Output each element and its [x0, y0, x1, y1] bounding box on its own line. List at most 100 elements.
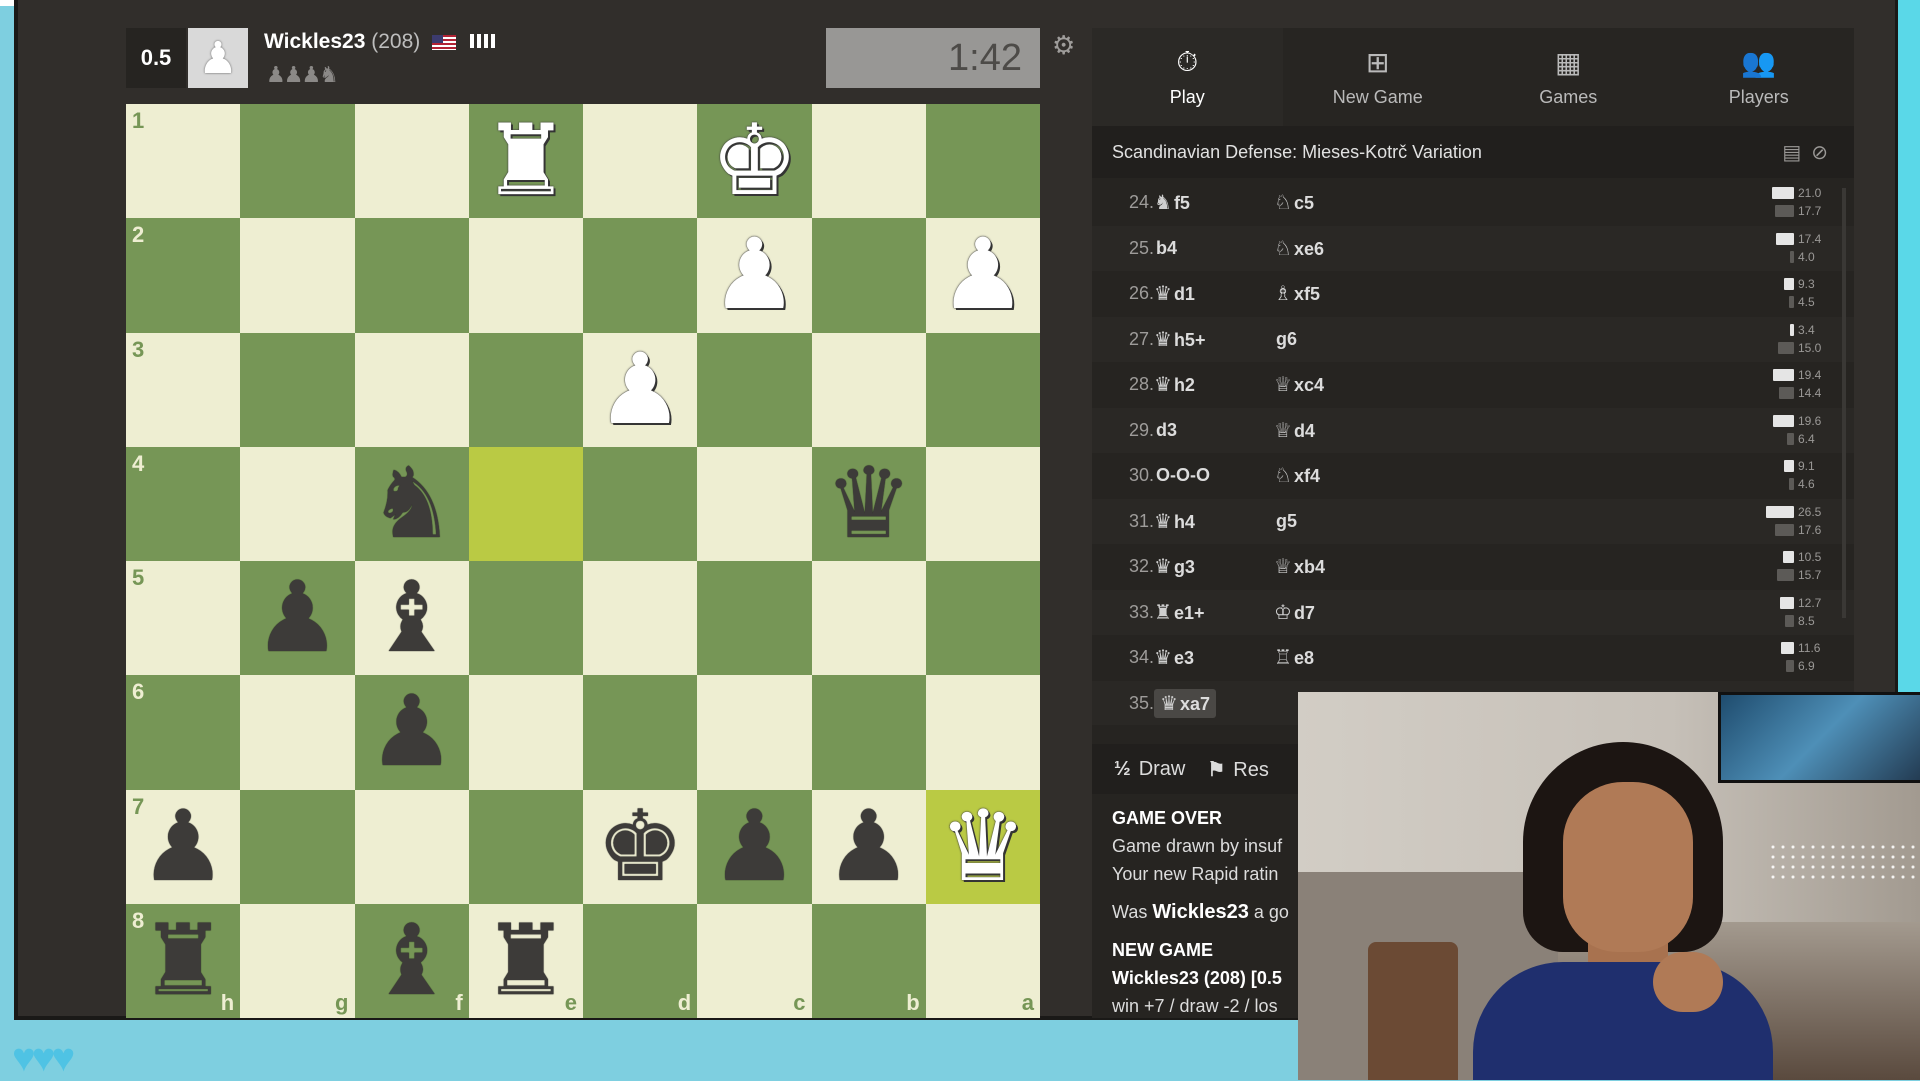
square-b2[interactable] [811, 218, 926, 333]
player-name[interactable]: Wickles23 [264, 30, 365, 53]
square-a2[interactable]: ♟ [925, 218, 1040, 333]
black-move[interactable]: ♕ xc4 [1274, 372, 1324, 397]
square-c1[interactable]: ♚ [697, 104, 812, 219]
black-pawn-icon[interactable]: ♟ [368, 683, 456, 781]
white-move[interactable]: ♛ g3 [1154, 554, 1195, 579]
square-g5[interactable]: ♟ [240, 561, 355, 676]
square-f1[interactable] [354, 104, 469, 219]
compass-icon[interactable]: ⊘ [1811, 142, 1838, 164]
square-h8[interactable]: 8 h ♜ [126, 903, 241, 1018]
white-move[interactable]: ♛ xa7 [1154, 688, 1216, 718]
white-move[interactable]: b4 [1154, 237, 1177, 260]
white-pawn-icon[interactable]: ♟ [596, 341, 684, 439]
square-d5[interactable] [583, 561, 698, 676]
square-d1[interactable] [583, 104, 698, 219]
black-pawn-icon[interactable]: ♟ [825, 798, 913, 896]
black-move[interactable]: ♕ xb4 [1274, 554, 1325, 579]
square-g1[interactable] [240, 104, 355, 219]
black-move[interactable]: ♘ c5 [1274, 190, 1314, 215]
tab-games[interactable]: ▦ Games [1473, 28, 1664, 126]
black-move[interactable]: ♔ d7 [1274, 600, 1315, 625]
tab-new-game[interactable]: ⊞ New Game [1282, 28, 1473, 126]
move-list[interactable]: 24. ♞ f5 ♘ c5 21.0 17.7 25. b4 ♘ xe6 17.4 4.0 26. ♛ d1 ♗… [1092, 180, 1854, 725]
chess-board[interactable]: 1 ♜ ♚ 2 ♟ ♟ 3 ♟ 4 ♞ ♛ 5 ♟ ♝ 6 ♟ 7 ♟ ♚ ♟ ♟ ♛ 8 h ♜ g f ♝ e ♜ d c b a [126, 104, 1040, 1018]
square-f7[interactable] [354, 789, 469, 904]
white-move[interactable]: ♜ e1+ [1154, 600, 1204, 625]
white-rook-icon[interactable]: ♜ [482, 112, 570, 210]
black-move[interactable]: ♕ d4 [1274, 418, 1315, 443]
square-c4[interactable] [697, 446, 812, 561]
white-pawn-icon[interactable]: ♟ [939, 226, 1027, 324]
square-b8[interactable]: b [811, 903, 926, 1018]
square-g6[interactable] [240, 675, 355, 790]
square-a4[interactable] [925, 446, 1040, 561]
square-e3[interactable] [468, 332, 583, 447]
move-list-scrollbar[interactable] [1842, 188, 1846, 618]
square-e4[interactable] [468, 446, 583, 561]
black-queen-icon[interactable]: ♛ [825, 455, 913, 553]
square-b6[interactable] [811, 675, 926, 790]
black-pawn-icon[interactable]: ♟ [139, 798, 227, 896]
square-b3[interactable] [811, 332, 926, 447]
square-d2[interactable] [583, 218, 698, 333]
square-c7[interactable]: ♟ [697, 789, 812, 904]
white-move[interactable]: ♞ f5 [1154, 190, 1190, 215]
square-b7[interactable]: ♟ [811, 789, 926, 904]
square-f2[interactable] [354, 218, 469, 333]
square-c6[interactable] [697, 675, 812, 790]
square-c2[interactable]: ♟ [697, 218, 812, 333]
square-e7[interactable] [468, 789, 583, 904]
square-h2[interactable]: 2 [126, 218, 241, 333]
black-move[interactable]: g5 [1274, 510, 1297, 533]
white-move[interactable]: ♛ h4 [1154, 509, 1195, 534]
square-h5[interactable]: 5 [126, 561, 241, 676]
feedback-player[interactable]: Wickles23 [1152, 901, 1249, 923]
square-g3[interactable] [240, 332, 355, 447]
square-c8[interactable]: c [697, 903, 812, 1018]
square-d6[interactable] [583, 675, 698, 790]
square-f4[interactable]: ♞ [354, 446, 469, 561]
square-e8[interactable]: e ♜ [468, 903, 583, 1018]
white-king-icon[interactable]: ♚ [710, 112, 798, 210]
white-pawn-icon[interactable]: ♟ [710, 226, 798, 324]
square-a7[interactable]: ♛ [925, 789, 1040, 904]
resign-button[interactable]: ⚑ Res [1207, 757, 1269, 782]
square-g4[interactable] [240, 446, 355, 561]
square-d8[interactable]: d [583, 903, 698, 1018]
white-move[interactable]: ♛ h5+ [1154, 327, 1205, 352]
black-rook-icon[interactable]: ♜ [482, 912, 570, 1010]
tab-players[interactable]: 👥 Players [1663, 28, 1854, 126]
square-h7[interactable]: 7 ♟ [126, 789, 241, 904]
white-queen-icon[interactable]: ♛ [939, 798, 1027, 896]
square-b1[interactable] [811, 104, 926, 219]
square-f8[interactable]: f ♝ [354, 903, 469, 1018]
white-move[interactable]: ♛ d1 [1154, 281, 1195, 306]
square-d4[interactable] [583, 446, 698, 561]
opening-name[interactable]: Scandinavian Defense: Mieses-Kotrč Varia… [1112, 142, 1482, 163]
square-h6[interactable]: 6 [126, 675, 241, 790]
square-a1[interactable] [925, 104, 1040, 219]
square-a6[interactable] [925, 675, 1040, 790]
square-d7[interactable]: ♚ [583, 789, 698, 904]
square-a5[interactable] [925, 561, 1040, 676]
square-g7[interactable] [240, 789, 355, 904]
black-move[interactable]: ♗ xf5 [1274, 281, 1320, 306]
tab-play[interactable]: ⏱ Play [1092, 28, 1283, 126]
black-move[interactable]: ♘ xf4 [1274, 463, 1320, 488]
square-d3[interactable]: ♟ [583, 332, 698, 447]
square-h4[interactable]: 4 [126, 446, 241, 561]
square-a3[interactable] [925, 332, 1040, 447]
square-e6[interactable] [468, 675, 583, 790]
square-f5[interactable]: ♝ [354, 561, 469, 676]
square-c3[interactable] [697, 332, 812, 447]
square-c5[interactable] [697, 561, 812, 676]
square-e5[interactable] [468, 561, 583, 676]
black-move[interactable]: g6 [1274, 328, 1297, 351]
book-icon[interactable]: ▤ [1782, 142, 1811, 164]
black-knight-icon[interactable]: ♞ [368, 455, 456, 553]
square-h1[interactable]: 1 [126, 104, 241, 219]
white-move[interactable]: O-O-O [1154, 464, 1210, 487]
black-pawn-icon[interactable]: ♟ [253, 569, 341, 667]
black-king-icon[interactable]: ♚ [596, 798, 684, 896]
black-pawn-icon[interactable]: ♟ [710, 798, 798, 896]
